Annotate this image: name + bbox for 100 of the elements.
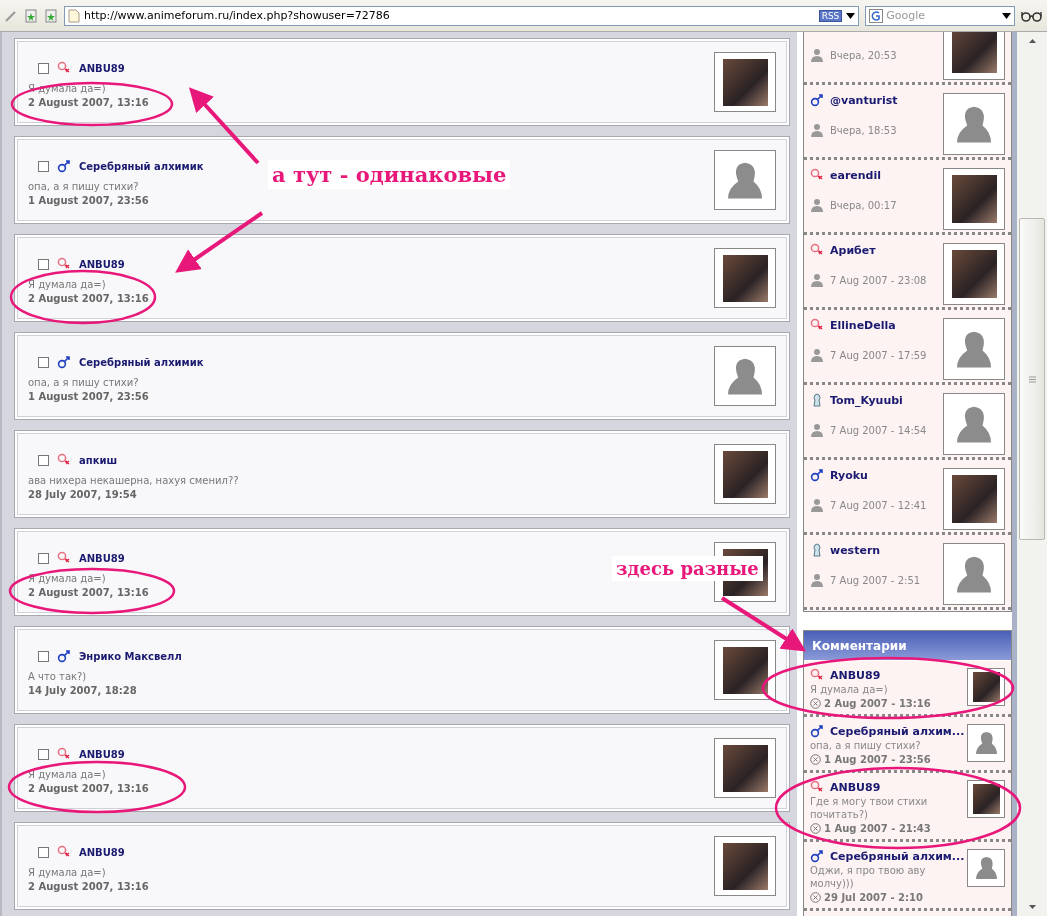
username-link[interactable]: EllineDella: [830, 318, 896, 332]
checkbox[interactable]: [38, 846, 49, 858]
last-visit-time: Вчера, 20:53: [830, 49, 897, 61]
checkbox[interactable]: [38, 258, 49, 270]
person-icon: [810, 48, 824, 62]
last-visit-time: 7 Aug 2007 - 23:08: [830, 274, 927, 286]
username-link[interactable]: Серебряный алхим...: [830, 724, 965, 738]
photo-placeholder: [951, 32, 997, 73]
caret-icon[interactable]: [1002, 12, 1012, 19]
post-date: 28 July 2007, 19:54: [28, 489, 138, 500]
person-icon: [810, 423, 824, 437]
delete-icon[interactable]: [810, 698, 821, 709]
up-arrow-icon: [1028, 39, 1036, 43]
checkbox[interactable]: [38, 454, 49, 466]
photo-placeholder: [951, 250, 997, 298]
last-visit-time: 7 Aug 2007 - 17:59: [830, 349, 927, 361]
panel-header: Комментарии: [804, 631, 1011, 661]
comment-text: Оджи, я про твою аву молчу))): [810, 864, 927, 890]
person-icon: [810, 498, 824, 512]
checkbox[interactable]: [38, 62, 49, 74]
username-link[interactable]: Серебряный алхим...: [830, 849, 965, 863]
person-icon: [810, 348, 824, 362]
last-visit-time: Вчера, 00:17: [830, 199, 897, 211]
person-silhouette-icon: [957, 555, 991, 593]
comment-text: опа, а я пишу стихи?: [810, 739, 922, 752]
author-link[interactable]: Энрико Максвелл: [79, 650, 182, 662]
person-silhouette-icon: [957, 105, 991, 143]
photo-placeholder: [722, 842, 768, 890]
comment-date: 29 Jul 2007 - 2:10: [824, 892, 923, 903]
post-text: Я думала да=): [28, 279, 107, 290]
checkbox[interactable]: [38, 748, 49, 760]
author-link[interactable]: ANBU89: [79, 846, 125, 858]
annotation-text: а тут - одинаковые: [268, 160, 511, 189]
rss-badge[interactable]: RSS: [818, 9, 843, 22]
person-silhouette-icon: [975, 731, 997, 755]
post-text: опа, а я пишу стихи?: [28, 181, 140, 192]
username-link[interactable]: ANBU89: [830, 780, 881, 794]
photo-placeholder: [951, 175, 997, 223]
bookmark-icon[interactable]: [43, 8, 58, 23]
checkbox[interactable]: [38, 160, 49, 172]
caret-icon[interactable]: [846, 12, 856, 19]
person-silhouette-icon: [728, 161, 762, 199]
post-date: 2 August 2007, 13:16: [28, 587, 149, 598]
post-date: 2 August 2007, 13:16: [28, 97, 149, 108]
delete-icon[interactable]: [810, 823, 821, 834]
delete-icon[interactable]: [810, 892, 821, 903]
username-link[interactable]: ANBU89: [830, 668, 881, 682]
comment-text: Я думала да=): [810, 683, 889, 696]
person-icon: [810, 273, 824, 287]
last-visit-time: 7 Aug 2007 - 12:41: [830, 499, 927, 511]
username-link[interactable]: earendil: [830, 168, 881, 182]
username-link[interactable]: @vanturist: [830, 93, 898, 107]
author-link[interactable]: Серебряный алхимик: [79, 160, 204, 172]
person-silhouette-icon: [975, 856, 997, 880]
author-link[interactable]: Серебряный алхимик: [79, 356, 204, 368]
author-link[interactable]: ANBU89: [79, 62, 125, 74]
author-link[interactable]: ANBU89: [79, 552, 125, 564]
down-arrow-icon: [1028, 905, 1036, 909]
photo-placeholder: [722, 744, 768, 792]
photo-placeholder: [722, 646, 768, 694]
comment-date: 2 Aug 2007 - 13:16: [824, 698, 931, 709]
delete-icon[interactable]: [810, 754, 821, 765]
author-link[interactable]: ANBU89: [79, 748, 125, 760]
scrollbar-thumb[interactable]: [1019, 218, 1045, 540]
photo-placeholder: [722, 58, 768, 106]
checkbox[interactable]: [38, 650, 49, 662]
person-icon: [810, 198, 824, 212]
comment-date: 1 Aug 2007 - 21:43: [824, 823, 931, 834]
photo-placeholder: [722, 450, 768, 498]
checkbox[interactable]: [38, 356, 49, 368]
post-text: А что так?): [28, 671, 88, 682]
photo-placeholder: [722, 254, 768, 302]
person-icon: [810, 573, 824, 587]
post-text: ава нихера некашерна, нахуя сменил??: [28, 475, 239, 486]
page-icon: [67, 8, 80, 23]
checkbox[interactable]: [38, 552, 49, 564]
last-visit-time: Вчера, 18:53: [830, 124, 897, 136]
author-link[interactable]: ANBU89: [79, 258, 125, 270]
post-date: 2 August 2007, 13:16: [28, 783, 149, 794]
person-silhouette-icon: [957, 405, 991, 443]
post-text: Я думала да=): [28, 867, 107, 878]
comment-text: Где я могу твои стихи почитать?): [810, 795, 929, 821]
grip-icon: [1028, 375, 1036, 383]
author-link[interactable]: апкиш: [79, 454, 118, 466]
comment-date: 1 Aug 2007 - 23:56: [824, 754, 931, 765]
username-link[interactable]: Ryoku: [830, 468, 868, 482]
g-logo-icon: [869, 8, 884, 23]
address-bar[interactable]: http://www.animeforum.ru/index.php?showuser=72786 RSS: [63, 5, 860, 26]
username-link[interactable]: western: [830, 543, 881, 557]
post-date: 2 August 2007, 13:16: [28, 293, 149, 304]
post-date: 14 July 2007, 18:28: [28, 685, 138, 696]
person-icon: [810, 123, 824, 137]
annotation-text: здесь разные: [612, 556, 763, 581]
username-link[interactable]: Tom_Kyuubi: [830, 393, 903, 407]
last-visit-time: 7 Aug 2007 - 2:51: [830, 574, 921, 586]
person-silhouette-icon: [957, 330, 991, 368]
photo-placeholder: [951, 475, 997, 523]
person-silhouette-icon: [728, 357, 762, 395]
username-link[interactable]: Арибет: [830, 243, 876, 257]
bookmark-icon[interactable]: [23, 8, 38, 23]
